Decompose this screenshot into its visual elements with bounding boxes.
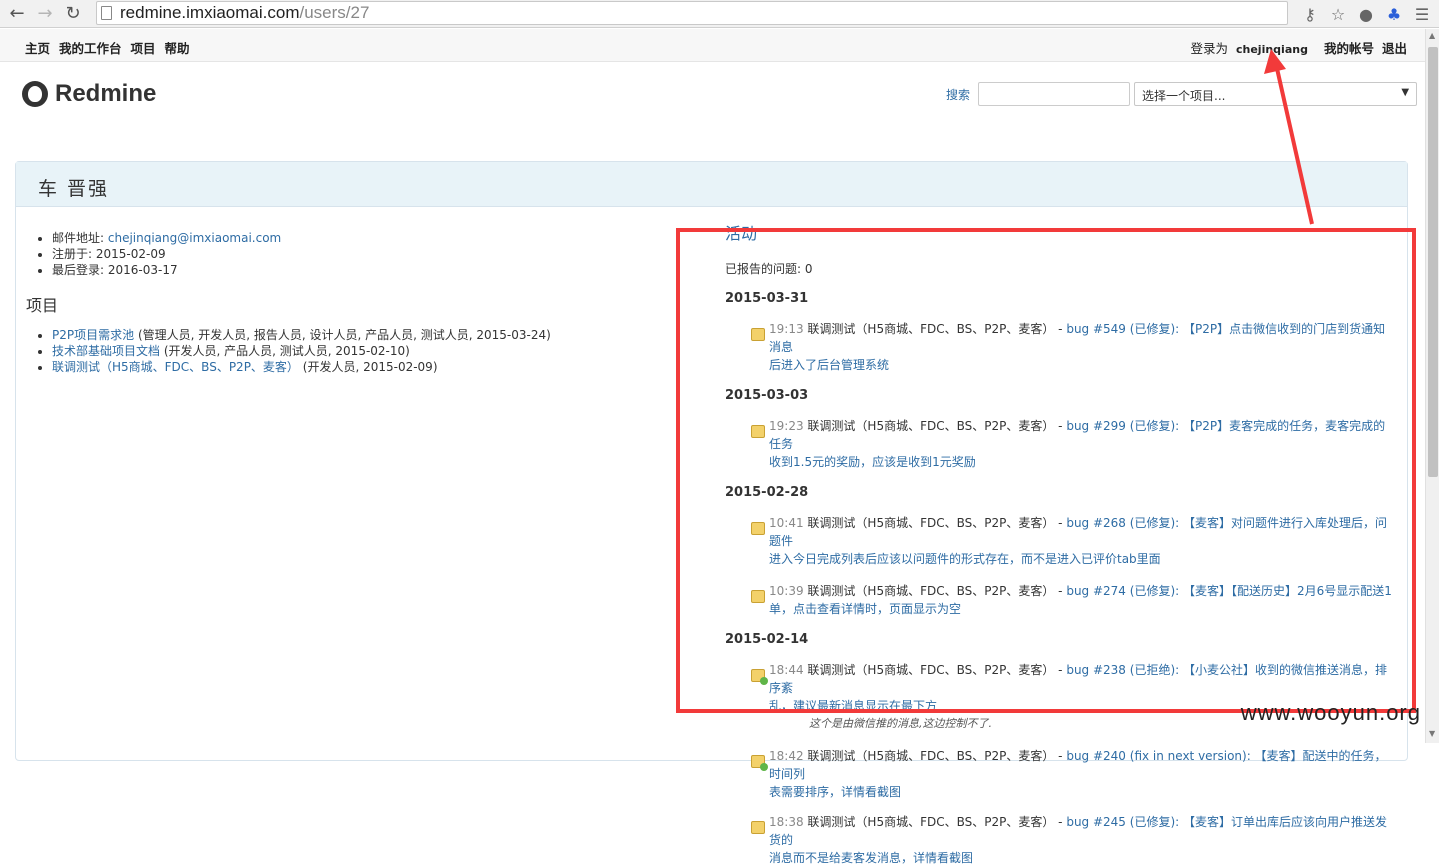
scrollbar-thumb[interactable] <box>1428 47 1438 477</box>
issue-icon <box>751 821 765 834</box>
event-link-cont[interactable]: 消息而不是给麦客发消息，详情看截图 <box>769 851 973 865</box>
logo-text: Redmine <box>55 80 157 107</box>
top-menu-home[interactable]: 主页 <box>25 38 50 57</box>
url-host: redmine.imxiaomai.com <box>120 3 300 22</box>
email-label: 邮件地址: <box>52 231 105 245</box>
projects-heading: 项目 <box>26 296 59 315</box>
event-project: 联调测试（H5商城、FDC、BS、P2P、麦客） <box>807 749 1055 763</box>
project-select-value: 选择一个项目... <box>1142 89 1226 103</box>
chevron-down-icon: ▼ <box>1401 87 1410 98</box>
event-sep: - <box>1054 749 1067 763</box>
my-account-link[interactable]: 我的帐号 <box>1324 38 1374 57</box>
last-login-item: 最后登录: 2016-03-17 <box>52 262 281 278</box>
project-link[interactable]: P2P项目需求池 <box>52 328 134 342</box>
project-item: 技术部基础项目文档 (开发人员, 产品人员, 测试人员, 2015-02-10) <box>52 343 551 359</box>
url-path: /users/27 <box>299 3 370 22</box>
project-list: P2P项目需求池 (管理人员, 开发人员, 报告人员, 设计人员, 产品人员, … <box>52 327 551 375</box>
project-item: 联调测试（H5商城、FDC、BS、P2P、麦客） (开发人员, 2015-02-… <box>52 359 551 375</box>
event-project: 联调测试（H5商城、FDC、BS、P2P、麦客） <box>807 815 1055 829</box>
page-icon <box>101 6 112 20</box>
last-login-label: 最后登录: <box>52 263 105 277</box>
registered-date: 2015-02-09 <box>95 247 166 261</box>
last-login-date: 2016-03-17 <box>107 263 178 277</box>
activity-event: 18:38 联调测试（H5商城、FDC、BS、P2P、麦客） - bug #24… <box>725 813 1395 867</box>
event-time: 18:42 <box>769 749 804 763</box>
watermark: www.wooyun.org <box>1240 700 1421 725</box>
header: Redmine 搜索 选择一个项目... ▼ <box>0 62 1424 142</box>
browser-toolbar: ← → ↻ redmine.imxiaomai.com/users/27 ⚷ ☆… <box>0 0 1439 28</box>
address-bar[interactable]: redmine.imxiaomai.com/users/27 <box>96 1 1288 25</box>
event-link-cont[interactable]: 表需要排序，详情看截图 <box>769 785 901 799</box>
project-item: P2P项目需求池 (管理人员, 开发人员, 报告人员, 设计人员, 产品人员, … <box>52 327 551 343</box>
registered-item: 注册于: 2015-02-09 <box>52 246 281 262</box>
redmine-logo-icon <box>22 81 48 107</box>
project-roles: (开发人员, 2015-02-09) <box>302 360 438 374</box>
logged-user-link[interactable]: chejinqiang <box>1236 43 1308 56</box>
star-icon[interactable]: ☆ <box>1327 3 1349 25</box>
email-link[interactable]: chejinqiang@imxiaomai.com <box>108 231 281 245</box>
top-menu-projects[interactable]: 项目 <box>131 38 156 57</box>
project-jump-select[interactable]: 选择一个项目... ▼ <box>1134 82 1418 106</box>
paw-extension-icon[interactable]: ♣ <box>1383 3 1405 25</box>
top-menu-help[interactable]: 帮助 <box>165 38 190 57</box>
top-menu-my-page[interactable]: 我的工作台 <box>59 38 122 57</box>
globe-icon[interactable]: ● <box>1355 3 1377 25</box>
key-icon[interactable]: ⚷ <box>1299 3 1321 25</box>
search-input[interactable] <box>978 82 1131 106</box>
event-time: 18:38 <box>769 815 804 829</box>
back-arrow-icon[interactable]: ← <box>6 3 28 25</box>
scroll-down-icon[interactable]: ▼ <box>1429 729 1435 738</box>
page-scrollbar[interactable]: ▲ ▼ <box>1425 29 1439 743</box>
top-menu: 主页 我的工作台 项目 帮助 登录为 chejinqiang 我的帐号 退出 <box>0 29 1439 62</box>
menu-icon[interactable]: ☰ <box>1411 3 1433 25</box>
project-roles: (管理人员, 开发人员, 报告人员, 设计人员, 产品人员, 测试人员, 201… <box>137 328 551 342</box>
url-text: redmine.imxiaomai.com/users/27 <box>120 3 369 23</box>
activity-event: 18:42 联调测试（H5商城、FDC、BS、P2P、麦客） - bug #24… <box>725 747 1395 801</box>
event-sep: - <box>1054 815 1067 829</box>
forward-arrow-icon[interactable]: → <box>34 3 56 25</box>
project-link[interactable]: 技术部基础项目文档 <box>52 344 160 358</box>
search-area: 搜索 选择一个项目... ▼ <box>946 82 1418 106</box>
user-details: 邮件地址: chejinqiang@imxiaomai.com 注册于: 201… <box>52 230 281 278</box>
redmine-logo[interactable]: Redmine <box>22 80 156 108</box>
project-link[interactable]: 联调测试（H5商城、FDC、BS、P2P、麦客） <box>52 360 299 374</box>
project-roles: (开发人员, 产品人员, 测试人员, 2015-02-10) <box>163 344 410 358</box>
annotation-box <box>676 228 1416 713</box>
scroll-up-icon[interactable]: ▲ <box>1429 31 1435 40</box>
registered-label: 注册于: <box>52 247 93 261</box>
search-label[interactable]: 搜索 <box>946 86 970 103</box>
logout-link[interactable]: 退出 <box>1382 38 1407 57</box>
email-item: 邮件地址: chejinqiang@imxiaomai.com <box>52 230 281 246</box>
reload-icon[interactable]: ↻ <box>62 3 84 25</box>
logged-as-label: 登录为 <box>1190 41 1228 56</box>
page-title: 车 晋强 <box>16 162 1407 207</box>
closed-issue-icon <box>751 755 768 771</box>
